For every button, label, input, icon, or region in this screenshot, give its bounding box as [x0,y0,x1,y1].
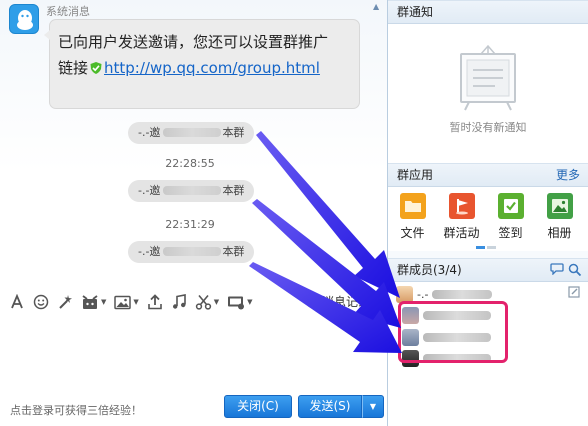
invite-suffix: 本群 [222,126,245,139]
history-label: 消息记录 [322,295,371,309]
verified-shield-icon [90,62,102,74]
blurred-member-name [432,289,493,299]
invite-notice-2: -.-邀 本群 [128,180,255,202]
notice-panel: 暂时没有新通知 [388,24,588,163]
message-bubble: 已向用户发送邀请，您还可以设置群推广 链接 http://wp.qq.com/gr… [44,19,360,109]
invite-notice-3: -.-邀 本群 [128,241,255,263]
apps-more-link[interactable]: 更多 [556,164,580,186]
app-activity[interactable]: 群活动 [437,187,486,251]
member-name-prefix: -.- [417,287,429,301]
blurred-name [163,186,222,195]
app-label: 相册 [547,226,572,240]
timestamp: 22:31:29 [165,218,215,231]
upload-icon[interactable] [147,291,163,313]
watermark-logo [442,377,550,401]
message-area: ▲ 系统消息 已向用户发送邀请，您还可以设置群推广 链接 http://wp.qq… [0,0,387,286]
blurred-name [163,128,222,137]
qq-penguin-icon [17,10,33,30]
folder-icon [399,193,426,219]
magic-icon[interactable] [57,291,73,313]
screenshot-icon[interactable]: ▼ [195,291,219,313]
avatar [396,285,413,303]
app-file[interactable]: 文件 [388,187,437,251]
send-options-button[interactable]: ▼ [362,395,384,418]
timestamp: 22:28:55 [165,157,215,170]
close-button[interactable]: 关闭(C) [224,395,292,418]
app-label: 群活动 [443,226,480,240]
apps-title: 群应用 [397,168,434,182]
message-input[interactable] [0,316,387,390]
members-tools [550,263,582,276]
input-toolbar: ▼ ▼ ▼ ▼ 消息记录 [0,288,387,316]
checkin-icon [497,193,524,219]
apps-pager[interactable] [476,246,498,249]
music-icon[interactable] [171,291,187,313]
send-button[interactable]: 发送(S) [298,395,362,418]
app-label: 文件 [400,226,425,240]
invite-prefix: -.-邀 [138,126,161,139]
apps-header: 群应用 更多 [388,163,588,187]
app-album[interactable]: 相册 [535,187,584,251]
emoji-icon[interactable] [33,291,49,313]
new-members-highlight [398,301,508,363]
chat-window: ▲ 系统消息 已向用户发送邀请，您还可以设置群推广 链接 http://wp.qq… [0,0,388,426]
remote-icon[interactable]: ▼ [227,291,253,313]
app-label: 签到 [498,226,523,240]
edit-icon[interactable] [568,286,580,298]
blurred-name [163,247,222,256]
gift-icon[interactable]: ▼ [81,291,106,313]
flag-icon [448,193,475,219]
scroll-up-icon[interactable]: ▲ [373,3,383,11]
members-title: 群成员(3/4) [397,263,462,277]
members-header: 群成员(3/4) [388,258,588,282]
album-icon [546,193,573,219]
login-tip[interactable]: 点击登录可获得三倍经验！ [10,402,142,418]
font-icon[interactable] [9,291,25,313]
group-link[interactable]: http://wp.qq.com/group.html [104,59,320,77]
app-checkin[interactable]: 签到 [486,187,535,251]
invite-suffix: 本群 [222,184,245,197]
invite-notice-1: -.-邀 本群 [128,122,255,144]
message-history-button[interactable]: 消息记录 [306,293,370,310]
invite-prefix: -.-邀 [138,245,161,258]
chat-footer: 点击登录可获得三倍经验！ 关闭(C) 发送(S) ▼ [0,390,387,426]
invite-prefix: -.-邀 [138,184,161,197]
clock-icon [306,295,319,308]
notice-empty-text: 暂时没有新通知 [449,121,527,134]
sender-name: 系统消息 [46,5,90,18]
invite-suffix: 本群 [222,245,245,258]
notice-title: 群通知 [397,5,434,19]
chat-bubble-icon[interactable] [550,263,564,275]
message-text: 已向用户发送邀请，您还可以设置群推广 [58,33,329,51]
apps-grid: 文件 群活动 签到 相册 [388,187,588,251]
notice-header: 群通知 [388,0,588,24]
search-icon[interactable] [568,263,582,276]
message-text-prefix: 链接 [58,59,89,77]
notice-board-icon [460,44,516,111]
image-icon[interactable]: ▼ [114,291,139,313]
system-avatar [9,4,39,34]
